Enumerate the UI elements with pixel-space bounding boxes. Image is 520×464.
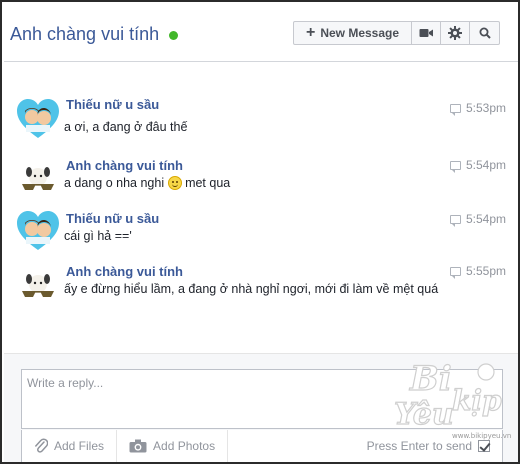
add-files-button[interactable]: Add Files bbox=[22, 429, 118, 462]
message-text: ấy e đừng hiểu lầm, a đang ở nhà nghỉ ng… bbox=[64, 282, 439, 296]
video-call-button[interactable] bbox=[412, 22, 441, 44]
timestamp-label: 5:55pm bbox=[465, 264, 506, 278]
camera-icon bbox=[129, 439, 147, 453]
header-actions: + New Message bbox=[293, 21, 500, 45]
message-timestamp: 5:55pm bbox=[449, 264, 506, 279]
search-button[interactable] bbox=[470, 22, 499, 44]
message-text: a dang o nha nghi met qua bbox=[64, 174, 464, 193]
bikipyeu-watermark-logo: Bi Yêu kịp www.bikipyeu.vn bbox=[393, 358, 511, 440]
message-sender[interactable]: Thiếu nữ u sầu bbox=[66, 97, 159, 112]
puppy-sunglasses-avatar[interactable] bbox=[16, 264, 60, 306]
message-sender[interactable]: Anh chàng vui tính bbox=[66, 264, 183, 279]
message-timestamp: 5:53pm bbox=[449, 101, 506, 116]
chat-bubble-icon bbox=[449, 160, 461, 173]
chat-window: Anh chàng vui tính + New Message Thiếu n… bbox=[0, 0, 520, 464]
message-text-part: met qua bbox=[185, 176, 231, 190]
message-sender[interactable]: Thiếu nữ u sầu bbox=[66, 211, 159, 226]
plus-icon: + bbox=[305, 24, 316, 41]
conversation-title[interactable]: Anh chàng vui tính bbox=[10, 24, 159, 45]
new-message-label: New Message bbox=[320, 26, 400, 40]
timestamp-label: 5:54pm bbox=[465, 158, 506, 172]
message-timestamp: 5:54pm bbox=[449, 212, 506, 227]
couple-heart-avatar[interactable] bbox=[16, 210, 60, 252]
smiley-emoticon-icon bbox=[167, 176, 182, 190]
couple-heart-avatar[interactable] bbox=[16, 98, 60, 140]
message-text-part: a dang o nha nghi bbox=[64, 176, 165, 190]
message-text: cái gì hả ==' bbox=[64, 229, 132, 243]
message-timestamp: 5:54pm bbox=[449, 158, 506, 173]
conversation-header: Anh chàng vui tính + New Message bbox=[4, 4, 518, 62]
add-photos-label: Add Photos bbox=[153, 439, 216, 453]
watermark-text: Yêu bbox=[394, 397, 454, 432]
chat-bubble-icon bbox=[449, 266, 461, 279]
gear-icon bbox=[448, 26, 462, 40]
watermark-text: Bi bbox=[409, 359, 452, 399]
message-thread: Thiếu nữ u sầu a ơi, a đang ở đâu thế 5:… bbox=[4, 63, 518, 353]
message-text: a ơi, a đang ở đâu thế bbox=[64, 120, 188, 134]
online-status-indicator bbox=[169, 31, 178, 40]
timestamp-label: 5:54pm bbox=[465, 212, 506, 226]
watermark-text: kịp bbox=[452, 384, 502, 417]
chat-bubble-icon bbox=[449, 103, 461, 116]
puppy-sunglasses-avatar[interactable] bbox=[16, 157, 60, 199]
watermark-url: www.bikipyeu.vn bbox=[452, 432, 511, 440]
add-files-label: Add Files bbox=[54, 439, 105, 453]
new-message-button[interactable]: + New Message bbox=[294, 22, 412, 44]
add-photos-button[interactable]: Add Photos bbox=[117, 429, 229, 462]
chat-bubble-icon bbox=[449, 214, 461, 227]
paperclip-icon bbox=[35, 438, 48, 453]
video-icon bbox=[419, 29, 433, 37]
message-sender[interactable]: Anh chàng vui tính bbox=[66, 158, 183, 173]
settings-button[interactable] bbox=[441, 22, 470, 44]
search-icon bbox=[479, 27, 491, 39]
timestamp-label: 5:53pm bbox=[465, 101, 506, 115]
